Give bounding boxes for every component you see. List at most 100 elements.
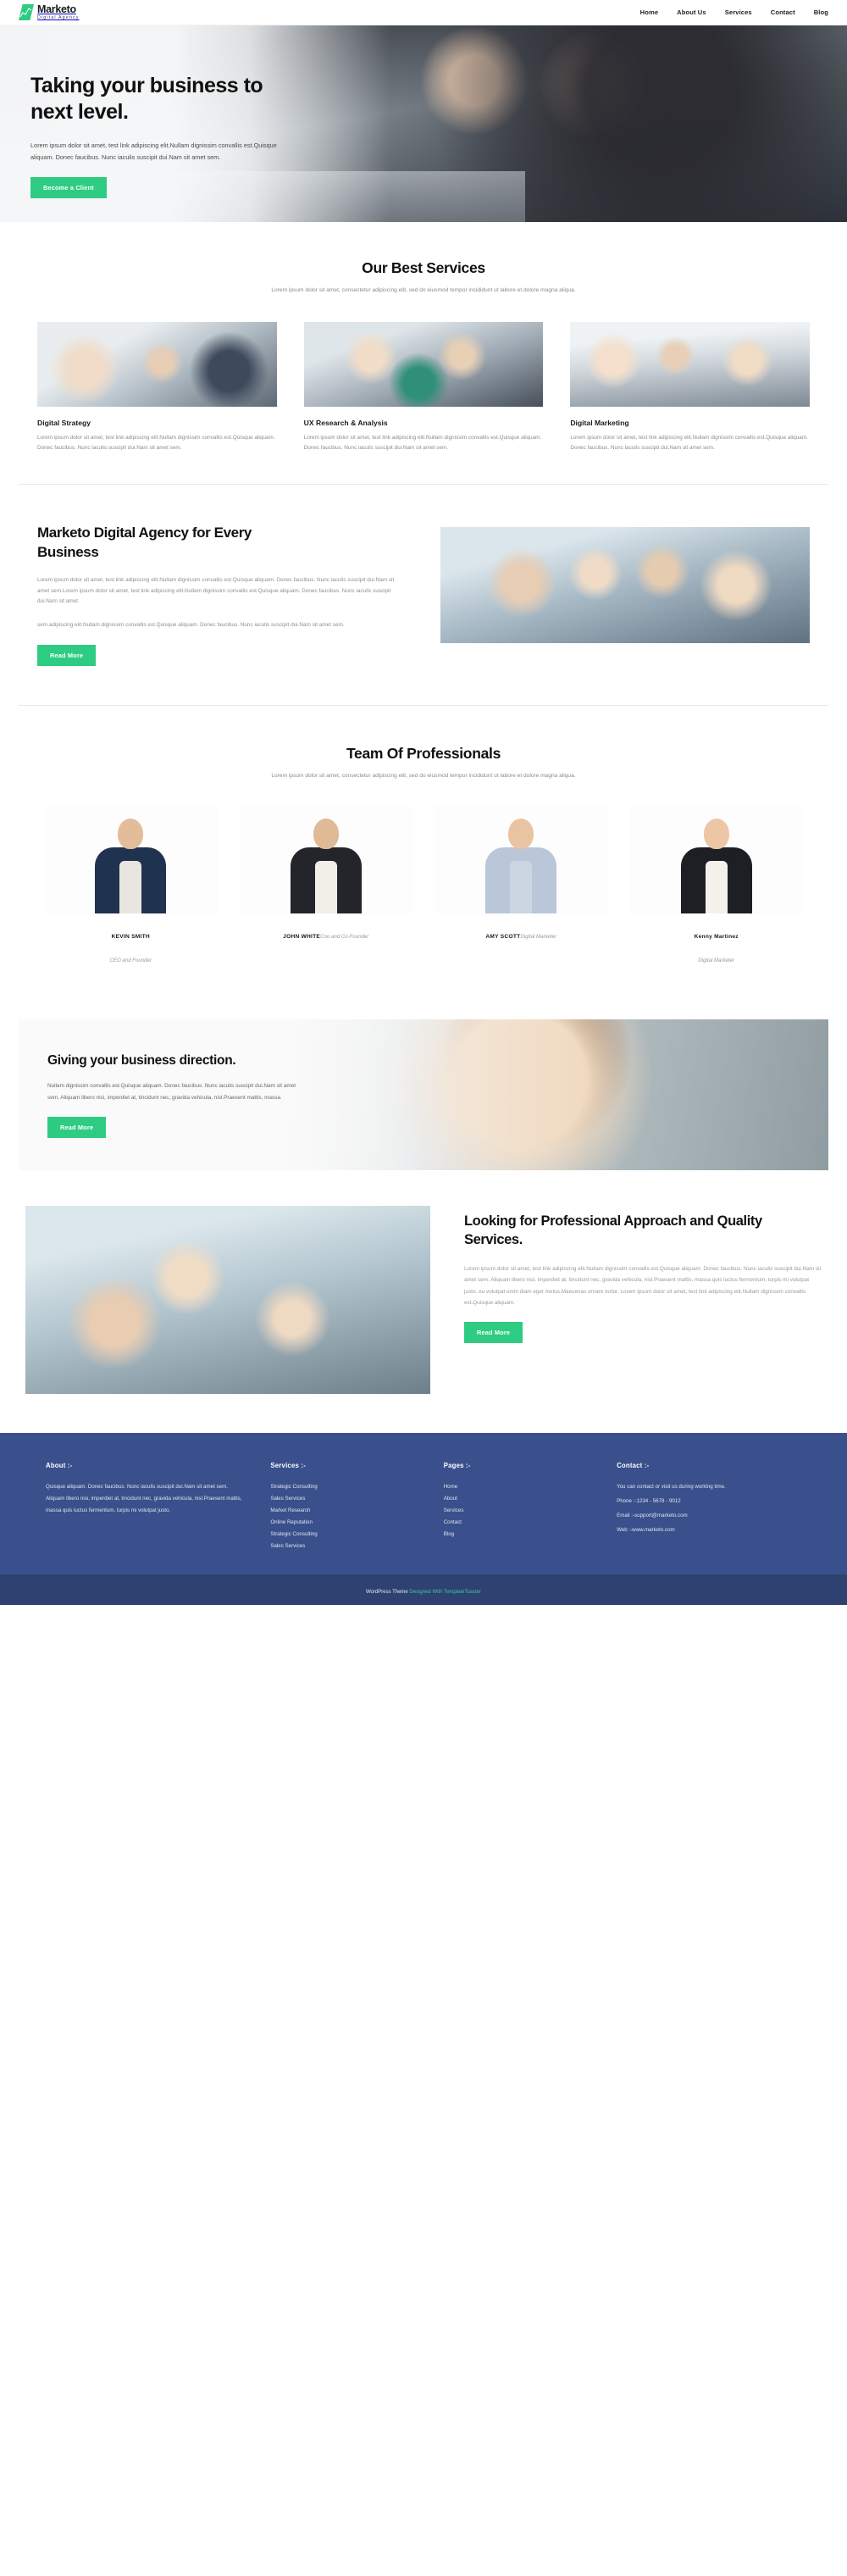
team-member-card[interactable]: JOHN WHITECoo and Co-Founder	[239, 805, 412, 970]
footer-contact-phone: Phone :-1234 - 5678 - 9012	[617, 1498, 681, 1505]
list-item[interactable]: Market Research	[270, 1505, 418, 1517]
team-member-card[interactable]: KEVIN SMITH CEO and Founder	[44, 805, 218, 970]
shirt-shape	[314, 861, 337, 914]
list-item[interactable]: Strategic Consulting	[270, 1481, 418, 1493]
agency-image	[440, 527, 810, 644]
agency-text-column: Marketo Digital Agency for Every Busines…	[37, 524, 407, 666]
footer-link[interactable]: Online Reputation	[270, 1517, 418, 1529]
footer-about-heading: About :-	[46, 1462, 73, 1470]
service-image	[37, 321, 277, 407]
brand-tagline: Digital Agency	[37, 14, 80, 20]
footer-contact-email: Email :-support@marketo.com	[617, 1513, 688, 1519]
hero-banner: Taking your business to next level. Lore…	[0, 25, 847, 222]
team-member-role: CEO and Founder	[109, 958, 152, 964]
footer-column-pages: Pages :- Home About Services Contact Blo…	[444, 1462, 591, 1552]
agency-image-column	[440, 524, 810, 644]
brand-logo[interactable]: Marketo Digital Agency	[19, 3, 80, 21]
footer-pages-heading: Pages :-	[443, 1462, 471, 1470]
looking-text-column: Looking for Professional Approach and Qu…	[464, 1206, 822, 1343]
nav-item-contact[interactable]: Contact	[771, 8, 795, 16]
team-member-name: JOHN WHITE	[283, 934, 321, 941]
team-member-card[interactable]: AMY SCOTTDigital Marketer	[435, 805, 608, 970]
service-image	[303, 321, 544, 407]
list-item[interactable]: Online Reputation	[270, 1517, 418, 1529]
site-footer: About :- Quisque aliquam. Donec faucibus…	[0, 1433, 847, 1575]
team-section: Team Of Professionals Lorem ipsum dolor …	[0, 706, 847, 1000]
list-item[interactable]: Contact	[444, 1517, 591, 1529]
services-heading-block: Our Best Services Lorem ipsum dolor sit …	[19, 259, 828, 297]
footer-column-contact: Contact :- You can contact or visit us d…	[617, 1462, 801, 1552]
brand-name: Marketo	[37, 3, 76, 15]
footer-services-list: Strategic Consulting Sales Services Mark…	[270, 1481, 418, 1552]
looking-row: Looking for Professional Approach and Qu…	[19, 1206, 828, 1395]
head-shape	[313, 819, 339, 850]
footer-link[interactable]: Sales Services	[270, 1541, 418, 1552]
list-item[interactable]: Blog	[444, 1529, 591, 1541]
agency-paragraph-1: Lorem ipsum dolor sit amet, test link ad…	[37, 576, 395, 605]
footer-link[interactable]: Blog	[444, 1529, 591, 1541]
direction-paragraph: Nullam dignissim convallis est.Quisque a…	[47, 1083, 296, 1101]
team-member-name: Kenny Martinez	[694, 934, 739, 941]
looking-read-more-button[interactable]: Read More	[464, 1321, 523, 1343]
footer-link[interactable]: Services	[444, 1505, 591, 1517]
team-member-photo	[44, 805, 218, 914]
agency-paragraph-2: sem.adipiscing elit.Nullam dignissim con…	[37, 622, 345, 629]
agency-title: Marketo Digital Agency for Every Busines…	[37, 525, 252, 561]
nav-item-services[interactable]: Services	[725, 8, 752, 16]
chart-arrow-logo-icon	[19, 4, 34, 20]
footer-link[interactable]: Market Research	[270, 1505, 418, 1517]
brand-text: Marketo Digital Agency	[37, 3, 80, 21]
head-shape	[118, 819, 144, 850]
list-item[interactable]: Sales Services	[270, 1493, 418, 1505]
footer-bottom-bar: WordPress Theme Designed With TemplateTo…	[0, 1574, 847, 1606]
nav-item-about-us[interactable]: About Us	[677, 8, 706, 16]
direction-content: Giving your business direction. Nullam d…	[19, 1019, 383, 1138]
direction-banner: Giving your business direction. Nullam d…	[19, 1019, 828, 1171]
footer-contact-web: Web :-www.marketo.com	[617, 1527, 675, 1534]
agency-section: Marketo Digital Agency for Every Busines…	[0, 485, 847, 704]
services-grid: Digital Strategy Lorem ipsum dolor sit a…	[19, 321, 828, 454]
team-member-role: Digital Marketer	[698, 958, 735, 964]
footer-contact-heading: Contact :-	[617, 1462, 650, 1470]
footer-link[interactable]: Home	[444, 1481, 591, 1493]
direction-read-more-button[interactable]: Read More	[47, 1116, 107, 1138]
service-image	[570, 321, 810, 407]
head-shape	[703, 819, 729, 850]
service-card[interactable]: Digital Strategy Lorem ipsum dolor sit a…	[37, 321, 277, 454]
footer-link[interactable]: Contact	[444, 1517, 591, 1529]
footer-column-about: About :- Quisque aliquam. Donec faucibus…	[46, 1462, 245, 1552]
footer-link[interactable]: About	[444, 1493, 591, 1505]
team-member-card[interactable]: Kenny Martinez Digital Marketer	[629, 805, 803, 970]
footer-link[interactable]: Strategic Consulting	[270, 1481, 418, 1493]
looking-paragraph: Lorem ipsum dolor sit amet, test link ad…	[464, 1266, 822, 1306]
team-member-role: Coo and Co-Founder	[320, 934, 369, 941]
footer-link[interactable]: Strategic Consulting	[270, 1529, 418, 1541]
nav-item-blog[interactable]: Blog	[814, 8, 828, 16]
footer-column-services: Services :- Strategic Consulting Sales S…	[270, 1462, 418, 1552]
footer-credit-link[interactable]: Designed With TemplateToaster	[409, 1590, 481, 1595]
list-item[interactable]: About	[444, 1493, 591, 1505]
team-member-photo	[629, 805, 803, 914]
list-item[interactable]: Sales Services	[270, 1541, 418, 1552]
list-item[interactable]: Home	[444, 1481, 591, 1493]
landing-page: Marketo Digital Agency Home About Us Ser…	[0, 0, 847, 1606]
nav-item-home[interactable]: Home	[640, 8, 659, 16]
list-item[interactable]: Strategic Consulting	[270, 1529, 418, 1541]
become-a-client-button[interactable]: Become a Client	[30, 177, 107, 199]
main-nav: Home About Us Services Contact Blog	[640, 8, 828, 16]
service-card[interactable]: Digital Marketing Lorem ipsum dolor sit …	[570, 321, 810, 454]
service-title: UX Research & Analysis	[303, 418, 388, 427]
looking-image	[25, 1206, 430, 1395]
list-item[interactable]: Services	[444, 1505, 591, 1517]
service-text: Lorem ipsum dolor sit amet, test link ad…	[570, 434, 808, 451]
team-member-name: AMY SCOTT	[485, 934, 521, 941]
direction-title: Giving your business direction.	[47, 1053, 236, 1069]
hero-content: Taking your business to next level. Lore…	[0, 25, 424, 199]
team-member-meta: AMY SCOTTDigital Marketer	[435, 923, 608, 947]
service-card[interactable]: UX Research & Analysis Lorem ipsum dolor…	[303, 321, 544, 454]
agency-read-more-button[interactable]: Read More	[37, 644, 97, 666]
service-title: Digital Strategy	[37, 418, 91, 427]
team-grid: KEVIN SMITH CEO and Founder JOHN WHITECo…	[19, 805, 828, 970]
agency-row: Marketo Digital Agency for Every Busines…	[19, 524, 828, 666]
footer-link[interactable]: Sales Services	[270, 1493, 418, 1505]
